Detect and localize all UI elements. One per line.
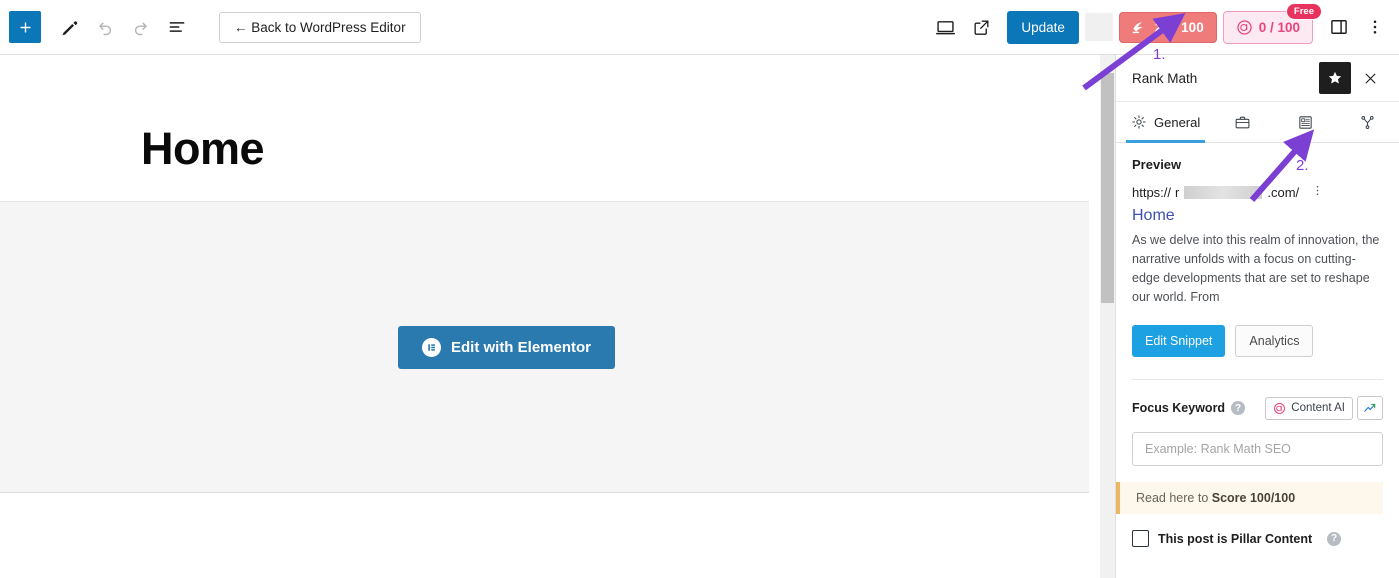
analytics-button[interactable]: Analytics: [1235, 325, 1314, 357]
settings-sidebar-toggle[interactable]: [1321, 9, 1357, 45]
score-notice-prefix: Read here to: [1136, 491, 1212, 505]
editor-canvas: Home Edit with Elementor: [0, 55, 1100, 578]
snippet-url-visible-char: r: [1175, 184, 1180, 200]
rank-math-general-tab-content: Preview https://r .com/ Home As we delve …: [1116, 143, 1399, 547]
canvas-scrollbar[interactable]: [1100, 55, 1115, 578]
canvas-scrollbar-thumb[interactable]: [1101, 73, 1114, 303]
close-icon: [1365, 73, 1375, 83]
star-icon: [1328, 71, 1342, 84]
redo-button[interactable]: [123, 9, 159, 45]
document-overview-button[interactable]: [159, 9, 195, 45]
toolbar-left-group: ← Back to WordPress Editor: [0, 9, 421, 45]
page-title[interactable]: Home: [0, 55, 1100, 175]
focus-keyword-label: Focus Keyword: [1132, 401, 1226, 415]
edit-with-elementor-label: Edit with Elementor: [450, 338, 591, 356]
tab-social[interactable]: [1336, 102, 1399, 142]
snippet-description: As we delve into this realm of innovatio…: [1132, 233, 1380, 304]
snippet-title[interactable]: Home: [1132, 207, 1383, 225]
content-ai-button[interactable]: Content AI: [1265, 396, 1353, 420]
plus-icon: [20, 22, 30, 32]
score-notice: Read here to Score 100/100: [1116, 482, 1383, 514]
snippet-url-redacted: [1184, 185, 1263, 199]
trends-button[interactable]: [1357, 396, 1383, 420]
seo-score-value: 26 / 100: [1154, 19, 1204, 35]
gear-icon: [1132, 115, 1146, 129]
pillar-content-label: This post is Pillar Content: [1158, 531, 1313, 546]
view-site-button[interactable]: [963, 9, 999, 45]
edit-snippet-button[interactable]: Edit Snippet: [1132, 325, 1226, 357]
snippet-url-prefix: https://: [1132, 184, 1172, 200]
pillar-content-row: This post is Pillar Content ?: [1132, 530, 1383, 547]
seo-score-badge[interactable]: 26 / 100: [1118, 11, 1217, 43]
score-notice-strong: Score 100/100: [1211, 491, 1296, 505]
annotation-number-1: 1.: [1153, 46, 1166, 63]
tab-general[interactable]: General: [1120, 102, 1211, 143]
kebab-menu-icon: [1373, 20, 1377, 34]
pillar-content-checkbox[interactable]: [1132, 530, 1149, 547]
content-ai-badge[interactable]: 0 / 100 Free: [1222, 2, 1322, 44]
rank-math-tabs: General: [1116, 102, 1399, 143]
external-link-icon: [974, 19, 989, 35]
preview-button[interactable]: [927, 9, 963, 45]
schema-document-icon: [1298, 115, 1312, 129]
edit-with-elementor-button[interactable]: Edit with Elementor: [397, 325, 615, 369]
elementor-placeholder-area: Edit with Elementor: [0, 201, 1089, 493]
content-ai-button-label: Content AI: [1291, 402, 1345, 414]
free-tag-badge: Free: [1285, 2, 1322, 20]
tab-general-label: General: [1154, 114, 1201, 130]
social-share-icon: [1361, 115, 1374, 129]
editor-options-button[interactable]: [1357, 9, 1393, 45]
rank-math-sidebar: Rank Math General Preview https:// r .co…: [1115, 55, 1399, 578]
back-to-wordpress-editor-button[interactable]: ← Back to WordPress Editor: [219, 11, 421, 43]
toolbar-placeholder-chip: [1084, 13, 1113, 41]
tab-advanced[interactable]: [1211, 102, 1274, 142]
focus-keyword-help-icon[interactable]: ?: [1231, 401, 1246, 415]
rank-math-panel-title: Rank Math: [1132, 70, 1198, 86]
snippet-action-buttons: Edit Snippet Analytics: [1132, 325, 1383, 357]
rank-math-close-button[interactable]: [1353, 61, 1387, 95]
snippet-url-suffix: .com/: [1267, 184, 1300, 200]
redo-icon: [134, 22, 147, 36]
preview-heading: Preview: [1132, 157, 1182, 172]
briefcase-icon: [1235, 116, 1250, 128]
annotation-number-2: 2.: [1296, 157, 1309, 174]
content-ai-score-value: 0 / 100: [1258, 19, 1300, 35]
snippet-options-icon[interactable]: [1311, 184, 1324, 200]
section-divider: [1132, 379, 1383, 380]
content-ai-icon: [1274, 402, 1286, 414]
add-block-button[interactable]: [9, 11, 41, 43]
rank-math-logo-icon: [1132, 22, 1143, 33]
undo-icon: [99, 22, 112, 36]
update-button[interactable]: Update: [1007, 10, 1079, 44]
tab-schema[interactable]: [1274, 102, 1337, 142]
editor-toolbar: ← Back to WordPress Editor Update 26 / 1…: [0, 0, 1399, 55]
pillar-content-help-icon[interactable]: ?: [1327, 531, 1342, 546]
focus-keyword-row: Focus Keyword ? Content AI: [1132, 396, 1383, 420]
edit-tool-button[interactable]: [51, 9, 87, 45]
trending-up-icon: [1364, 403, 1376, 412]
undo-button[interactable]: [87, 9, 123, 45]
list-view-icon: [169, 22, 185, 32]
toolbar-right-group: Update 26 / 100 0 / 100 Free: [927, 2, 1399, 45]
rank-math-star-button[interactable]: [1319, 62, 1351, 94]
desktop-preview-icon: [935, 20, 955, 34]
pencil-icon: [62, 20, 77, 35]
focus-keyword-actions: Content AI: [1265, 396, 1383, 420]
snippet-url-row: https://r .com/: [1132, 184, 1383, 200]
elementor-logo-icon: [421, 337, 441, 357]
focus-keyword-input[interactable]: [1132, 432, 1383, 466]
content-ai-icon: [1237, 19, 1252, 35]
sidebar-toggle-icon: [1331, 20, 1347, 34]
wordpress-block-editor: ← Back to WordPress Editor Update 26 / 1…: [0, 0, 1399, 578]
